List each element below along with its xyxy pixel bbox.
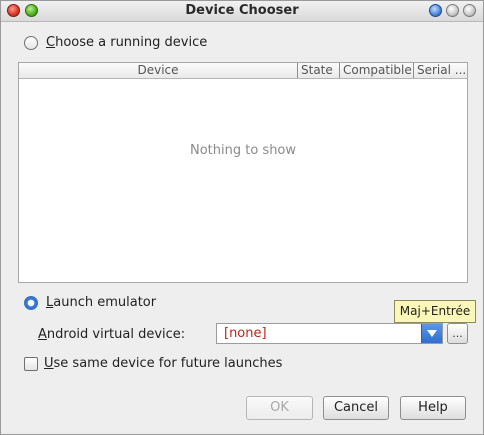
same-device-checkbox[interactable] xyxy=(24,357,38,371)
column-header-compatible[interactable]: Compatible xyxy=(339,63,413,78)
launch-emulator-radio[interactable] xyxy=(24,296,38,310)
chevron-down-icon[interactable] xyxy=(421,324,442,343)
close-dialog-icon[interactable] xyxy=(463,4,476,17)
title-bar[interactable]: Device Chooser xyxy=(1,1,483,22)
device-chooser-window: Device Chooser Choose a running device D… xyxy=(0,0,484,435)
column-header-device[interactable]: Device xyxy=(19,63,297,78)
shortcut-tooltip: Maj+Entrée xyxy=(394,300,476,323)
android-virtual-device-label: Android virtual device: xyxy=(38,327,186,342)
column-header-state[interactable]: State xyxy=(297,63,339,78)
empty-table-message: Nothing to show xyxy=(189,143,297,158)
help-button[interactable]: Help xyxy=(400,396,466,420)
maximize-window-icon[interactable] xyxy=(446,4,459,17)
column-header-serial[interactable]: Serial ... xyxy=(413,63,467,78)
ok-button[interactable]: OK xyxy=(246,396,313,420)
device-table[interactable]: Device State Compatible Serial ... Nothi… xyxy=(18,62,468,283)
android-virtual-device-select[interactable]: [none] xyxy=(216,323,443,344)
device-table-header: Device State Compatible Serial ... xyxy=(19,63,467,79)
choose-running-device-radio[interactable] xyxy=(24,36,38,50)
browse-avd-button[interactable]: ... xyxy=(447,323,468,344)
window-title: Device Chooser xyxy=(185,3,299,18)
minimize-window-icon[interactable] xyxy=(429,4,442,17)
cancel-button[interactable]: Cancel xyxy=(323,396,389,420)
avd-selected-value: [none] xyxy=(224,326,267,341)
same-device-label[interactable]: Use same device for future launches xyxy=(44,356,282,371)
choose-running-device-label[interactable]: Choose a running device xyxy=(46,35,207,50)
launch-emulator-label[interactable]: Launch emulator xyxy=(46,295,156,310)
